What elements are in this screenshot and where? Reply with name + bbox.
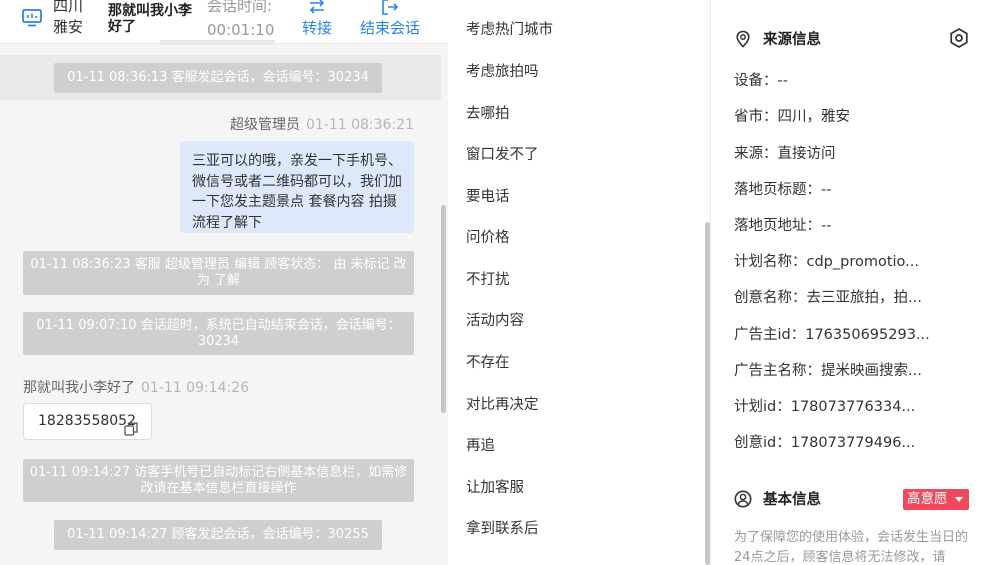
header-divider (160, 40, 275, 45)
session-time-label: 会话时间: (207, 0, 273, 15)
transfer-button[interactable]: 转接 (300, 0, 334, 38)
info-landing-url: 落地页地址：-- (734, 218, 832, 234)
visitor-message-bubble: 18283558052 (23, 403, 152, 440)
info-advertiser-id: 广告主id：176350695293... (734, 327, 930, 343)
quick-reply-item[interactable]: 去哪拍 (466, 104, 510, 124)
visitor-message-meta: 那就叫我小李好了 01-11 09:14:26 (23, 377, 249, 397)
transfer-label: 转接 (301, 19, 332, 37)
copy-icon[interactable] (124, 415, 138, 436)
info-advertiser-name: 广告主名称：提米映画搜索... (734, 363, 922, 379)
info-landing-title: 落地页标题：-- (734, 182, 832, 198)
session-time-value: 00:01:10 (207, 21, 275, 39)
system-message: 01-11 08:36:23 客服 超级管理员 编辑 顾客状态： 由 未标记 改… (23, 251, 414, 295)
source-info-title: 来源信息 (763, 32, 821, 48)
quick-reply-item[interactable]: 活动内容 (466, 311, 524, 331)
exit-icon (358, 0, 422, 18)
chat-header: 四川 雅安 那就叫我小李好了 会话时间: 00:01:10 转接 结束会话 (0, 0, 448, 45)
edit-notice: 为了保障您的使用体验，会话发生当日的24点之后，顾客信息将无法修改，请 (734, 530, 969, 565)
info-creative-id: 创意id：178073779496... (734, 435, 916, 451)
quick-reply-item[interactable]: 拿到联系后 (466, 519, 539, 539)
chat-panel: 四川 雅安 那就叫我小李好了 会话时间: 00:01:10 转接 结束会话 01… (0, 0, 448, 565)
info-source: 来源：直接访问 (734, 146, 836, 162)
intent-level-dropdown[interactable]: 高意愿 (903, 489, 969, 510)
visitor-message-time: 01-11 09:14:26 (141, 380, 250, 396)
system-message: 01-11 08:36:13 客服发起会话，会话编号：30234 (54, 63, 382, 93)
user-circle-icon (734, 490, 752, 508)
location-city: 雅安 (53, 18, 84, 36)
intent-level-label: 高意愿 (907, 491, 948, 507)
system-message: 01-11 09:07:10 会话超时，系统已自动结束会话，会话编号：30234 (23, 312, 414, 355)
agent-message-time: 01-11 08:36:21 (305, 117, 414, 133)
chat-workspace: 四川 雅安 那就叫我小李好了 会话时间: 00:01:10 转接 结束会话 01… (0, 0, 989, 565)
quick-reply-item[interactable]: 问价格 (466, 228, 510, 248)
quick-reply-item[interactable]: 再追 (466, 436, 495, 456)
caret-down-icon (955, 497, 963, 502)
location-province: 四川 (53, 0, 84, 15)
location-pin-icon (734, 30, 752, 48)
system-message: 01-11 09:14:27 顾客发起会话，会话编号：30255 (54, 520, 382, 550)
transfer-icon (300, 0, 334, 18)
settings-icon[interactable] (948, 27, 970, 49)
quick-reply-scrollbar[interactable] (705, 222, 710, 565)
quick-reply-item[interactable]: 不打扰 (466, 270, 510, 290)
quick-reply-item[interactable]: 对比再决定 (466, 395, 539, 415)
info-plan-id: 计划id：178073776334... (734, 399, 916, 415)
end-session-button[interactable]: 结束会话 (358, 0, 422, 38)
info-creative-name: 创意名称：去三亚旅拍，拍... (734, 290, 922, 306)
visitor-phone-number: 18283558052 (38, 413, 136, 429)
agent-message-bubble: 三亚可以的哦，亲发一下手机号、微信号或者二维码都可以，我们加一下您发主题景点 套… (180, 141, 414, 233)
quick-reply-item[interactable]: 让加客服 (466, 478, 524, 498)
quick-reply-item[interactable]: 考虑旅拍吗 (466, 62, 539, 82)
system-message: 01-11 09:14:27 访客手机号已自动标记右侧基本信息栏，如需修改请在基… (23, 459, 414, 502)
info-device: 设备：-- (734, 73, 788, 89)
customer-info-panel: 来源信息 设备：-- 省市：四川，雅安 来源：直接访问 落地页标题：-- 落地页… (712, 0, 989, 565)
quick-reply-item[interactable]: 窗口发不了 (466, 145, 539, 165)
visitor-location: 四川 雅安 (53, 0, 83, 38)
quick-reply-item[interactable]: 要电话 (466, 187, 510, 207)
monitor-icon (22, 9, 42, 27)
chat-scrollbar[interactable] (441, 205, 446, 413)
quick-reply-panel: 考虑热门城市 考虑旅拍吗 去哪拍 窗口发不了 要电话 问价格 不打扰 活动内容 … (448, 0, 711, 565)
visitor-name: 那就叫我小李好了 (108, 3, 192, 35)
basic-info-title: 基本信息 (763, 492, 821, 508)
agent-message-meta: 超级管理员 01-11 08:36:21 (180, 114, 414, 134)
quick-reply-item[interactable]: 不存在 (466, 353, 510, 373)
info-province-city: 省市：四川，雅安 (734, 109, 850, 125)
info-plan-name: 计划名称：cdp_promotio... (734, 254, 920, 270)
quick-reply-item[interactable]: 考虑热门城市 (466, 20, 553, 40)
visitor-sender-name: 那就叫我小李好了 (23, 380, 135, 396)
agent-sender-name: 超级管理员 (229, 117, 300, 133)
end-session-label: 结束会话 (359, 19, 420, 37)
